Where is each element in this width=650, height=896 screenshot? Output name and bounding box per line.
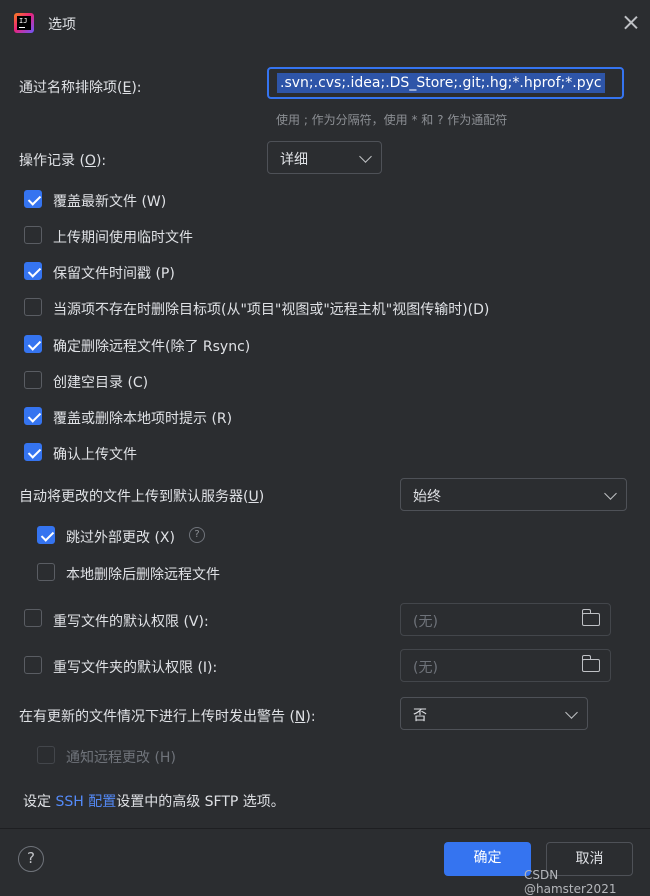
operation-log-value: 详细 (280, 152, 308, 168)
exclude-input-value: .svn;.cvs;.idea;.DS_Store;.git;.hg;*.hpr… (277, 73, 605, 93)
checkbox-label: 覆盖最新文件 (W) (53, 194, 167, 210)
chevron-down-icon (565, 706, 578, 719)
file-permissions-placeholder: (无) (413, 614, 438, 630)
file-permissions-field[interactable]: (无) (400, 603, 611, 636)
ssh-note: 设定 SSH 配置设置中的高级 SFTP 选项。 (23, 794, 285, 810)
auto-upload-value: 始终 (413, 489, 441, 505)
checkbox-label: 重写文件的默认权限 (V): (53, 614, 209, 630)
intellij-icon: IJ (14, 13, 34, 33)
checkbox-confirm-upload[interactable] (24, 443, 42, 461)
checkbox-label: 确认上传文件 (53, 447, 137, 463)
help-icon[interactable]: ? (189, 527, 205, 543)
dialog-title: 选项 (48, 17, 76, 33)
folder-icon[interactable] (581, 609, 600, 626)
exclude-hint: 使用 ; 作为分隔符，使用 * 和 ? 作为通配符 (276, 113, 508, 127)
folder-permissions-field[interactable]: (无) (400, 649, 611, 682)
checkbox-delete-target[interactable] (24, 298, 42, 316)
warn-value: 否 (413, 708, 427, 724)
checkbox-label: 上传期间使用临时文件 (53, 230, 193, 246)
footer-divider (0, 828, 650, 829)
checkbox-preserve-timestamp[interactable] (24, 262, 42, 280)
warn-label: 在有更新的文件情况下进行上传时发出警告 (N): (19, 709, 316, 725)
checkbox-overwrite-newer[interactable] (24, 190, 42, 208)
checkbox-label: 保留文件时间戳 (P) (53, 266, 175, 282)
chevron-down-icon (359, 150, 372, 163)
title-bar: IJ 选项 (0, 0, 650, 46)
help-button[interactable]: ? (18, 846, 44, 872)
auto-upload-dropdown[interactable]: 始终 (400, 478, 627, 511)
checkbox-temp-file[interactable] (24, 226, 42, 244)
exclude-label: 通过名称排除项(E): (19, 80, 142, 96)
checkbox-delete-remote-after-local[interactable] (37, 563, 55, 581)
ok-button[interactable]: 确定 (444, 842, 531, 876)
warn-dropdown[interactable]: 否 (400, 697, 588, 730)
checkbox-label: 创建空目录 (C) (53, 375, 149, 391)
checkbox-skip-external[interactable] (37, 526, 55, 544)
operation-log-dropdown[interactable]: 详细 (267, 141, 382, 174)
checkbox-label: 覆盖或删除本地项时提示 (R) (53, 411, 233, 427)
checkbox-label: 本地删除后删除远程文件 (66, 567, 220, 583)
checkbox-create-empty-dirs[interactable] (24, 371, 42, 389)
checkbox-label: 通知远程更改 (H) (66, 750, 176, 766)
operation-log-label: 操作记录 (O): (19, 153, 107, 169)
exclude-input[interactable]: .svn;.cvs;.idea;.DS_Store;.git;.hg;*.hpr… (267, 67, 624, 99)
folder-permissions-placeholder: (无) (413, 660, 438, 676)
close-icon[interactable] (620, 12, 642, 34)
chevron-down-icon (604, 487, 617, 500)
folder-icon[interactable] (581, 655, 600, 672)
checkbox-label: 当源项不存在时删除目标项(从"项目"视图或"远程主机"视图传输时)(D) (53, 302, 490, 318)
checkbox-file-permissions[interactable] (24, 609, 42, 627)
ssh-config-link[interactable]: SSH 配置 (55, 794, 116, 810)
checkbox-prompt-overwrite[interactable] (24, 407, 42, 425)
checkbox-notify-remote[interactable] (37, 746, 55, 764)
checkbox-label: 跳过外部更改 (X) (66, 530, 175, 546)
checkbox-confirm-delete-remote[interactable] (24, 335, 42, 353)
checkbox-label: 重写文件夹的默认权限 (I): (53, 660, 218, 676)
watermark: CSDN @hamster2021 (524, 868, 617, 896)
checkbox-folder-permissions[interactable] (24, 656, 42, 674)
auto-upload-label: 自动将更改的文件上传到默认服务器(U) (19, 489, 265, 505)
checkbox-label: 确定删除远程文件(除了 Rsync) (53, 339, 251, 355)
